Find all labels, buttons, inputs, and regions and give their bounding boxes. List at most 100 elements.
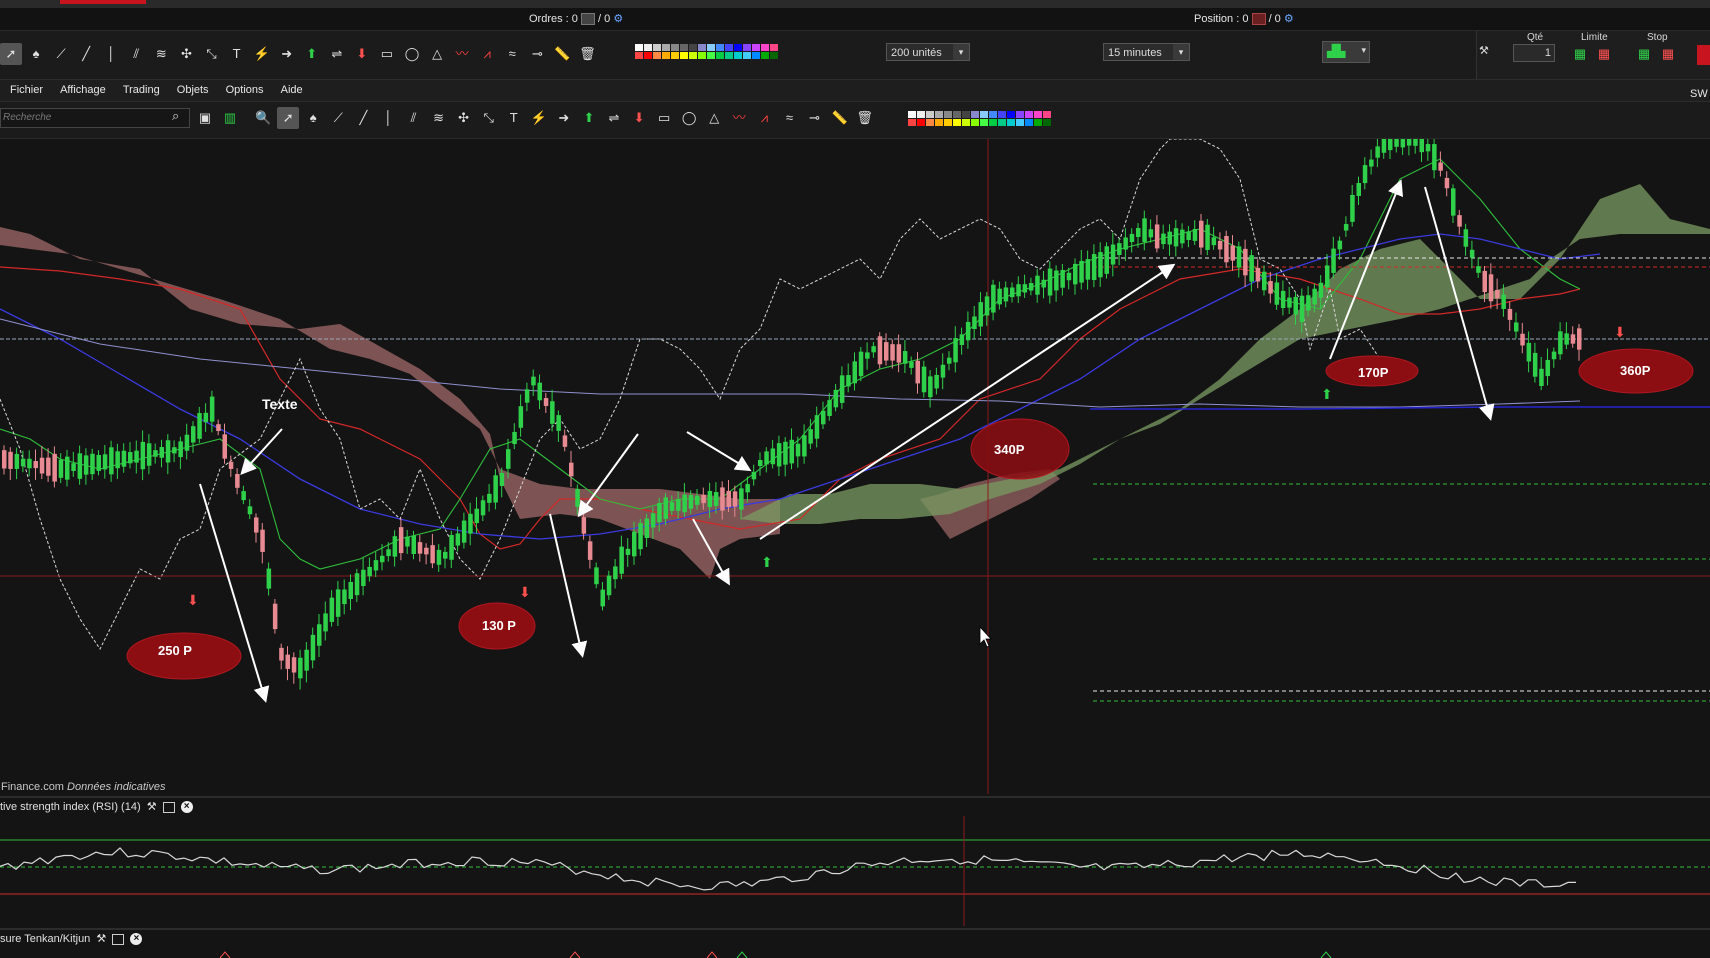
level-tool-icon[interactable]: ⇌ xyxy=(603,107,625,129)
arrow-right-icon[interactable]: ➜ xyxy=(276,43,298,65)
position-link-icon[interactable]: ⚙ xyxy=(1284,13,1294,25)
fibonacci-icon[interactable]: ⤡ xyxy=(201,43,223,65)
channel-tool-icon[interactable]: ⫽ xyxy=(403,107,425,129)
limit-sell-icon[interactable]: ▦ xyxy=(1593,43,1615,65)
screenshot-icon[interactable]: ▣ xyxy=(194,107,216,129)
vertical-line-icon[interactable]: │ xyxy=(377,107,399,129)
line-tool-icon[interactable]: ╱ xyxy=(352,107,374,129)
segment-tool-icon[interactable]: ⟋ xyxy=(50,43,72,65)
candle-body xyxy=(833,389,839,408)
wave-tool-icon[interactable]: ≋ xyxy=(428,107,450,129)
regression-tool-icon[interactable]: ≈ xyxy=(501,43,523,65)
horizontal-line-icon[interactable]: ⊸ xyxy=(804,107,826,129)
chart-type-button[interactable]: ▟▙ ▾ xyxy=(1322,41,1370,63)
search-icon[interactable]: ⌕ xyxy=(172,108,179,124)
candle-body xyxy=(745,484,750,493)
sell-arrow-icon[interactable]: ⬇ xyxy=(351,43,373,65)
pitchfork-icon[interactable]: ✣ xyxy=(175,43,197,65)
regression-tool-icon[interactable]: ≈ xyxy=(778,107,800,129)
candle-body xyxy=(543,398,549,406)
rectangle-tool-icon[interactable]: ▭ xyxy=(653,107,675,129)
stop-buy-icon[interactable]: ▦ xyxy=(1633,43,1655,65)
pattern-tool-icon[interactable]: 〰 xyxy=(728,107,750,129)
qty-input[interactable]: 1 xyxy=(1513,44,1555,62)
maximize-icon[interactable] xyxy=(112,933,125,945)
text-tool-icon[interactable]: T xyxy=(226,43,248,65)
rectangle-tool-icon[interactable]: ▭ xyxy=(376,43,398,65)
fibonacci-icon[interactable]: ⤡ xyxy=(478,107,500,129)
limit-buy-icon[interactable]: ▦ xyxy=(1569,43,1591,65)
orders-icon[interactable] xyxy=(580,13,595,26)
menu-options[interactable]: Options xyxy=(226,80,264,101)
timeframe-select[interactable]: 15 minutes ▾ xyxy=(1103,43,1190,61)
level-tool-icon[interactable]: ⇌ xyxy=(326,43,348,65)
wrench-icon[interactable]: ⚒ xyxy=(96,933,106,945)
rsi-chart[interactable] xyxy=(0,816,1710,926)
elliott-tool-icon[interactable]: ⩘ xyxy=(476,43,498,65)
active-tab-indicator[interactable] xyxy=(60,0,146,4)
pointer-icon[interactable]: ➚ xyxy=(277,107,300,129)
candle-body xyxy=(1381,139,1387,153)
pattern-tool-icon[interactable]: 〰 xyxy=(451,43,473,65)
ellipse-tool-icon[interactable]: ◯ xyxy=(401,43,423,65)
color-palette[interactable] xyxy=(635,44,778,59)
wrench-icon[interactable]: ⚒ xyxy=(1479,44,1489,57)
close-icon[interactable]: × xyxy=(180,801,193,814)
candle-body xyxy=(984,296,990,316)
candle-body xyxy=(317,624,322,646)
panel-separator[interactable] xyxy=(0,796,1710,798)
size-select[interactable]: 200 unités ▾ xyxy=(886,43,970,61)
orders-link-icon[interactable]: ⚙ xyxy=(613,13,623,25)
zoom-icon[interactable]: 🔍 xyxy=(252,107,274,129)
maximize-icon[interactable] xyxy=(162,801,175,813)
line-tool-icon[interactable]: ╱ xyxy=(75,43,97,65)
menu-trading[interactable]: Trading xyxy=(123,80,160,101)
candle-body xyxy=(499,472,505,486)
text-tool-icon[interactable]: T xyxy=(503,107,525,129)
pointer-icon[interactable]: ➚ xyxy=(0,43,22,65)
wrench-icon[interactable]: ⚒ xyxy=(147,801,157,813)
ellipse-tool-icon[interactable]: ◯ xyxy=(678,107,700,129)
trash-icon[interactable]: 🗑 xyxy=(854,107,876,129)
gann-fan-icon[interactable]: ⚡ xyxy=(528,107,550,129)
pitchfork-icon[interactable]: ✣ xyxy=(453,107,475,129)
position-icon[interactable] xyxy=(1251,13,1266,26)
indicators-icon[interactable]: ▥ xyxy=(219,107,241,129)
segment-tool-icon[interactable]: ⟋ xyxy=(327,107,349,129)
triangle-tool-icon[interactable]: △ xyxy=(703,107,725,129)
price-chart[interactable]: ⬇ ⬇ ⬆ ⬆ ⬇ Texte 250 P 130 P 340P 170P 36… xyxy=(0,139,1710,794)
wave-tool-icon[interactable]: ≋ xyxy=(150,43,172,65)
channel-tool-icon[interactable]: ⫽ xyxy=(125,43,147,65)
candle-body xyxy=(896,344,902,363)
alert-bell-icon[interactable]: ♠ xyxy=(25,43,47,65)
menu-affichage[interactable]: Affichage xyxy=(60,80,106,101)
menu-aide[interactable]: Aide xyxy=(281,80,303,101)
close-icon[interactable]: × xyxy=(130,933,143,946)
menu-fichier[interactable]: Fichier xyxy=(10,80,43,101)
candle-body xyxy=(77,453,83,479)
sell-button[interactable] xyxy=(1697,45,1710,65)
alert-bell-icon[interactable]: ♠ xyxy=(302,107,324,129)
buy-arrow-icon[interactable]: ⬆ xyxy=(301,43,323,65)
gann-fan-icon[interactable]: ⚡ xyxy=(251,43,273,65)
buy-arrow-icon[interactable]: ⬆ xyxy=(578,107,600,129)
menu-objets[interactable]: Objets xyxy=(177,80,209,101)
candle-body xyxy=(846,375,851,387)
candle-body xyxy=(96,454,101,471)
triangle-tool-icon[interactable]: △ xyxy=(426,43,448,65)
arrow-right-icon[interactable]: ➜ xyxy=(553,107,575,129)
panel-separator-2[interactable] xyxy=(0,928,1710,930)
ruler-icon[interactable]: 📏 xyxy=(829,107,851,129)
trash-icon[interactable]: 🗑 xyxy=(576,43,598,65)
color-palette-2[interactable] xyxy=(908,111,1051,126)
candle-body xyxy=(858,351,864,377)
search-input[interactable]: Recherche xyxy=(0,108,190,128)
vertical-line-icon[interactable]: │ xyxy=(100,43,122,65)
candle-body xyxy=(1375,146,1380,158)
stop-sell-icon[interactable]: ▦ xyxy=(1657,43,1679,65)
horizontal-line-icon[interactable]: ⊸ xyxy=(526,43,548,65)
sell-arrow-icon[interactable]: ⬇ xyxy=(628,107,650,129)
ruler-icon[interactable]: 📏 xyxy=(551,43,573,65)
elliott-tool-icon[interactable]: ⩘ xyxy=(753,107,775,129)
annotation-360p: 360P xyxy=(1620,363,1651,378)
